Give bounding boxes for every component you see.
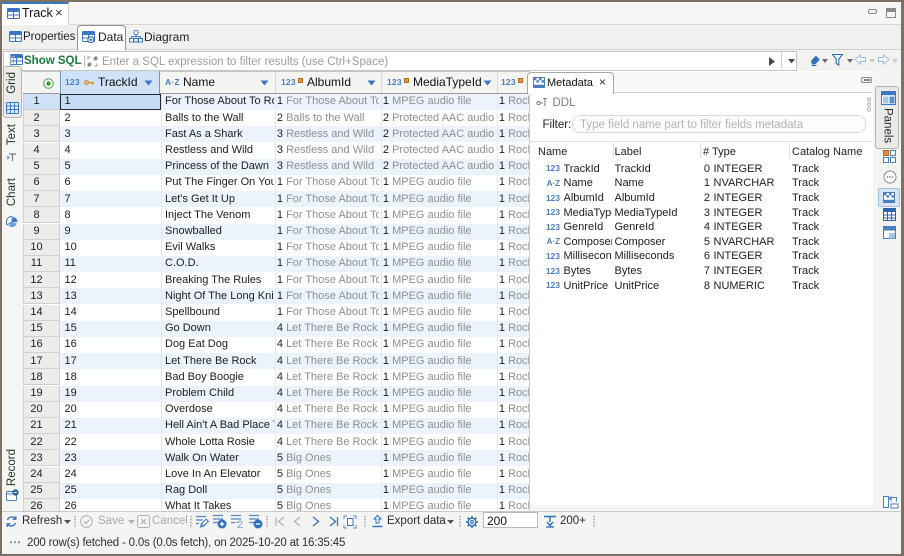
svg-text:2: 2 (237, 519, 243, 529)
